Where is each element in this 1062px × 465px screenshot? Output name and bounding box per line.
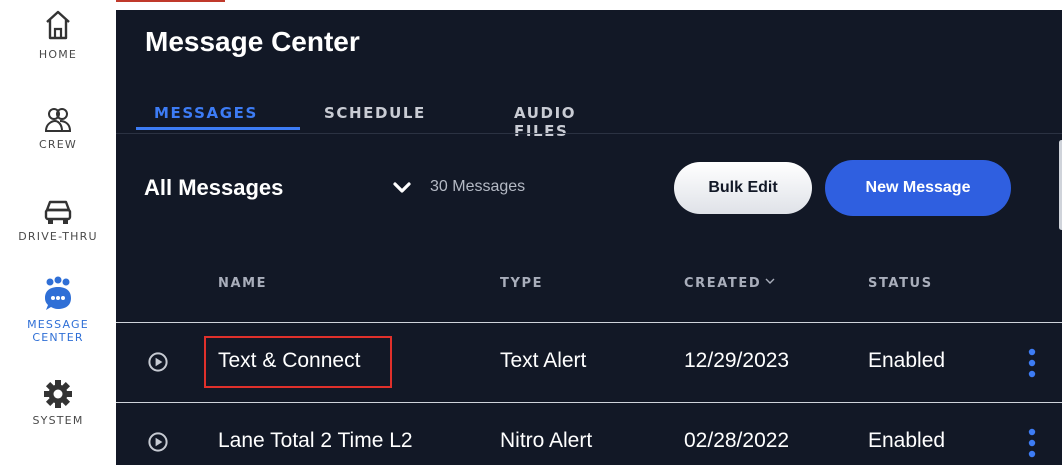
cell-type: Text Alert bbox=[500, 349, 587, 372]
chevron-down-icon[interactable] bbox=[392, 178, 412, 198]
tab-audio-files[interactable]: AUDIO FILES bbox=[514, 104, 576, 146]
column-header-name: NAME bbox=[218, 276, 268, 291]
crew-icon bbox=[44, 108, 72, 132]
cell-created: 12/29/2023 bbox=[684, 349, 790, 372]
sidebar: HOME CREW DRIVE-THRU MESSAGE CENTER SYST… bbox=[0, 0, 116, 465]
cell-type: Nitro Alert bbox=[500, 429, 593, 452]
gear-icon bbox=[44, 380, 72, 408]
sidebar-item-crew[interactable]: CREW bbox=[0, 104, 116, 151]
message-center-icon bbox=[45, 276, 71, 310]
column-header-created[interactable]: CREATED bbox=[684, 276, 775, 291]
table-row[interactable]: Lane Total 2 Time L2 Nitro Alert 02/28/2… bbox=[116, 403, 1062, 465]
tabs-divider bbox=[116, 133, 1062, 134]
bulk-edit-button[interactable]: Bulk Edit bbox=[674, 162, 812, 214]
sidebar-item-message-center[interactable]: MESSAGE CENTER bbox=[0, 276, 116, 344]
column-header-status: STATUS bbox=[868, 276, 933, 291]
more-options-icon[interactable] bbox=[1025, 348, 1039, 378]
new-message-button[interactable]: New Message bbox=[825, 160, 1011, 216]
sidebar-item-label: MESSAGE CENTER bbox=[27, 318, 89, 344]
page-title: Message Center bbox=[145, 26, 360, 57]
column-header-type: TYPE bbox=[500, 276, 544, 291]
filter-dropdown-label[interactable]: All Messages bbox=[144, 175, 283, 201]
sidebar-item-label: HOME bbox=[38, 48, 78, 61]
cell-name[interactable]: Lane Total 2 Time L2 bbox=[218, 429, 413, 453]
tab-messages[interactable]: MESSAGES bbox=[154, 104, 258, 128]
sidebar-item-drive-thru[interactable]: DRIVE-THRU bbox=[0, 194, 116, 243]
column-header-created-label: CREATED bbox=[684, 276, 762, 291]
play-icon[interactable] bbox=[148, 352, 168, 372]
sidebar-item-home[interactable]: HOME bbox=[0, 0, 116, 61]
table-row[interactable]: Text & Connect Text Alert 12/29/2023 Ena… bbox=[116, 323, 1062, 401]
cell-status: Enabled bbox=[868, 349, 946, 372]
message-count: 30 Messages bbox=[430, 178, 526, 195]
sidebar-item-label: CREW bbox=[39, 138, 77, 151]
active-tab-indicator bbox=[136, 127, 300, 130]
sidebar-item-system[interactable]: SYSTEM bbox=[0, 378, 116, 427]
car-icon bbox=[44, 200, 72, 224]
cell-status: Enabled bbox=[868, 429, 946, 452]
sidebar-item-label: DRIVE-THRU bbox=[18, 230, 98, 243]
home-icon bbox=[46, 10, 70, 40]
more-options-icon[interactable] bbox=[1025, 428, 1039, 458]
cell-created: 02/28/2022 bbox=[684, 429, 790, 452]
message-center-panel: Message Center MESSAGES SCHEDULE AUDIO F… bbox=[116, 10, 1062, 465]
tab-schedule[interactable]: SCHEDULE bbox=[324, 104, 426, 128]
sort-chevron-icon bbox=[765, 278, 775, 284]
cell-name[interactable]: Text & Connect bbox=[218, 349, 360, 373]
play-icon[interactable] bbox=[148, 432, 168, 452]
sidebar-item-label: SYSTEM bbox=[32, 414, 84, 427]
